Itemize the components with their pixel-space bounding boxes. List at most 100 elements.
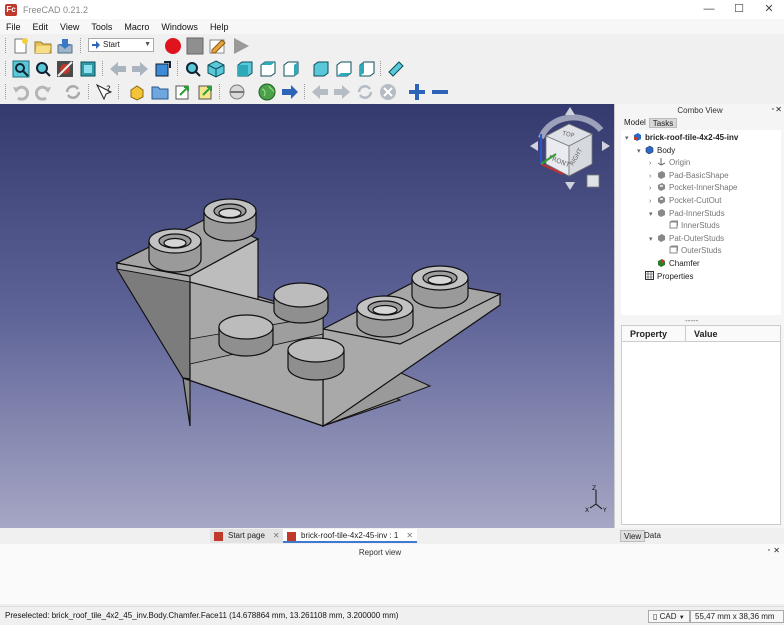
sync-view-icon[interactable] (154, 60, 172, 78)
zoom-in-icon[interactable] (408, 83, 426, 101)
tree-item-outerstuds[interactable]: OuterStuds (661, 245, 721, 257)
edit-macro-icon[interactable] (209, 37, 227, 55)
tree-item-pat-outerstuds[interactable]: ▾ Pat-OuterStuds (649, 233, 724, 245)
tree-item-label: Pad-InnerStuds (669, 208, 725, 218)
refresh-icon[interactable] (64, 83, 82, 101)
splitter-handle[interactable]: ----- (685, 316, 698, 325)
redo-icon[interactable] (34, 83, 52, 101)
browser-forward-icon[interactable] (333, 83, 351, 101)
isometric-view-icon[interactable] (207, 60, 225, 78)
menu-macro[interactable]: Macro (118, 22, 155, 32)
link-icon[interactable] (174, 83, 192, 101)
menu-tools[interactable]: Tools (85, 22, 118, 32)
browser-stop-icon[interactable] (379, 83, 397, 101)
float-panel-icon[interactable]: ▫ (768, 547, 770, 554)
tree-item-chamfer[interactable]: Chamfer (649, 258, 700, 270)
navcube-menu-icon[interactable] (586, 174, 600, 188)
section-cut-icon[interactable] (228, 83, 246, 101)
front-view-icon[interactable] (236, 60, 254, 78)
menu-file[interactable]: File (0, 22, 27, 32)
bottom-view-icon[interactable] (335, 60, 353, 78)
dimension-display[interactable]: 55,47 mm x 38,36 mm ▼ (690, 610, 784, 623)
menu-edit[interactable]: Edit (27, 22, 55, 32)
link-relative-icon[interactable] (197, 83, 215, 101)
tree-expander-icon[interactable]: › (649, 196, 657, 208)
close-tab-icon[interactable]: ✕ (273, 531, 280, 540)
menu-windows[interactable]: Windows (155, 22, 204, 32)
3d-viewport[interactable]: TOP FRONT RIGHT Z Y X (0, 104, 614, 528)
tree-item-body[interactable]: ▾ Body (637, 145, 675, 157)
tree-expander-icon[interactable]: › (649, 171, 657, 183)
workbench-selector[interactable]: Start ▼ (88, 38, 154, 52)
tab-document[interactable]: brick-roof-tile-4x2-45-inv : 1 ✕ (283, 529, 418, 543)
open-folder-icon[interactable] (34, 37, 52, 55)
close-tab-icon[interactable]: ✕ (406, 531, 413, 540)
axis-cross: Z Y X (585, 485, 607, 514)
tree-expander-icon[interactable]: › (649, 158, 657, 170)
browser-refresh-icon[interactable] (356, 83, 374, 101)
tree-item-pad-innerstuds[interactable]: ▾ Pad-InnerStuds (649, 208, 725, 220)
execute-macro-icon[interactable] (232, 37, 250, 55)
tree-item-pocket-cutout[interactable]: › Pocket-CutOut (649, 195, 721, 207)
close-panel-icon[interactable]: ✕ (773, 546, 780, 555)
close-window-button[interactable]: ✕ (754, 0, 784, 19)
tree-item-brick-roof-tile-4x2-45-inv[interactable]: ▾ brick-roof-tile-4x2-45-inv (625, 132, 738, 144)
tree-item-pad-basicshape[interactable]: › Pad-BasicShape (649, 170, 729, 182)
tree-expander-icon[interactable]: ▾ (649, 234, 657, 246)
create-group-icon[interactable] (151, 83, 169, 101)
menu-view[interactable]: View (54, 22, 85, 32)
create-part-icon[interactable] (128, 83, 146, 101)
tree-expander-icon[interactable]: › (649, 183, 657, 195)
property-column-header[interactable]: Property (622, 326, 686, 341)
left-view-icon[interactable] (358, 60, 376, 78)
tree-item-properties[interactable]: Properties (637, 270, 693, 283)
tab-document-label: brick-roof-tile-4x2-45-inv : 1 (301, 531, 399, 540)
navigation-style-selector[interactable]: ▯ CAD ▼ (648, 610, 690, 623)
navigation-cube[interactable]: TOP FRONT RIGHT (530, 107, 610, 190)
bounding-box-icon[interactable] (79, 60, 97, 78)
draw-style-icon[interactable] (56, 60, 74, 78)
browser-back-icon[interactable] (311, 83, 329, 101)
web-browser-icon[interactable] (258, 83, 276, 101)
tree-expander-icon[interactable]: ▾ (625, 133, 633, 145)
tab-model[interactable]: Model (621, 118, 649, 128)
maximize-button[interactable]: ☐ (724, 0, 754, 19)
forward-arrow-icon[interactable] (131, 60, 149, 78)
whats-this-icon[interactable]: ? (95, 83, 113, 101)
new-document-icon[interactable] (12, 37, 30, 55)
back-arrow-icon[interactable] (109, 60, 127, 78)
value-column-header[interactable]: Value (686, 326, 718, 341)
save-icon[interactable] (56, 37, 74, 55)
tree-item-innerstuds[interactable]: InnerStuds (661, 220, 720, 232)
float-panel-icon[interactable]: ▫ (772, 106, 774, 113)
fit-all-icon[interactable] (12, 60, 30, 78)
stop-macro-icon[interactable] (186, 37, 204, 55)
fit-selection-icon[interactable] (34, 60, 52, 78)
pad-icon (657, 170, 669, 180)
toolbar-separator (80, 38, 82, 53)
rear-view-icon[interactable] (312, 60, 330, 78)
undo-icon[interactable] (12, 83, 30, 101)
tab-start-page[interactable]: Start page ✕ (210, 529, 284, 543)
record-macro-icon[interactable] (164, 37, 182, 55)
tab-tasks[interactable]: Tasks (648, 118, 678, 128)
std-views-icon[interactable] (184, 60, 202, 78)
tree-expander-icon[interactable]: ▾ (637, 146, 645, 158)
top-view-icon[interactable] (259, 60, 277, 78)
minimize-button[interactable]: — (694, 0, 724, 19)
roof-tile-model[interactable]: TOP FRONT RIGHT Z Y X (0, 104, 614, 528)
arrow-right-blue-icon[interactable] (281, 83, 299, 101)
measure-distance-icon[interactable] (387, 60, 405, 78)
tree-item-label: InnerStuds (681, 221, 720, 231)
left-block-side-face[interactable] (116, 268, 191, 380)
sketch-icon (669, 245, 681, 255)
tree-expander-icon[interactable]: ▾ (649, 209, 657, 221)
menu-help[interactable]: Help (204, 22, 235, 32)
tab-data[interactable]: Data (641, 530, 664, 542)
tree-item-origin[interactable]: › Origin (649, 157, 690, 169)
close-panel-icon[interactable]: ✕ (775, 105, 782, 114)
toolbar-separator (380, 61, 382, 76)
zoom-out-icon[interactable] (431, 83, 449, 101)
tree-item-pocket-innershape[interactable]: › Pocket-InnerShape (649, 182, 738, 194)
right-view-icon[interactable] (282, 60, 300, 78)
